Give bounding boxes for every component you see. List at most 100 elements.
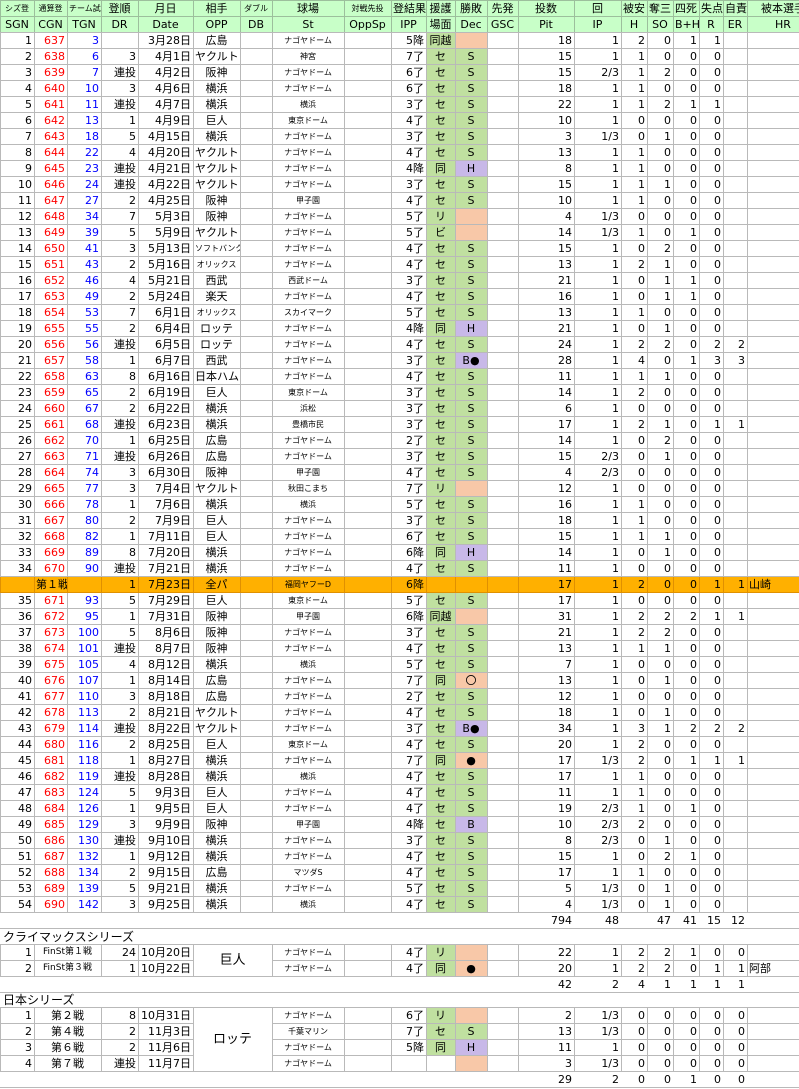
table-cell: S (455, 144, 488, 161)
table-cell (391, 1055, 428, 1072)
table-cell: 659 (34, 384, 68, 401)
table-cell: 0 (699, 304, 724, 321)
table-cell: 0 (723, 1039, 749, 1056)
table-cell (455, 1055, 489, 1072)
table-cell: 1 (699, 608, 724, 625)
table-row: 52 688 134 2 9月15日 広島 マツダS 4了セ S 17 1 1 0 0 0 (0, 864, 799, 881)
table-cell: 西武 (193, 352, 241, 369)
table-cell: 0 (699, 736, 724, 753)
table-cell: 20 (518, 960, 576, 977)
table-cell: セ (426, 720, 456, 737)
table-cell: ナゴヤドーム (272, 624, 345, 641)
table-cell: 6了 (391, 528, 427, 545)
table-cell: リ (426, 944, 457, 961)
table-row: 2 第４戦 2 11月3日 千葉マリン 7了セ S 13 1/3 0 0 0 0 0 (0, 1023, 799, 1040)
table-cell: 同 (426, 1039, 457, 1056)
table-cell: 1 (621, 224, 648, 241)
table-cell: 巨人 (193, 528, 241, 545)
table-row: 30 666 78 1 7月6日 横浜 横浜 5了セ S 16 1 1 0 0 0 (0, 496, 799, 513)
header-cell: Dec (455, 16, 488, 33)
table-cell (723, 160, 748, 177)
table-cell: 2 (647, 960, 675, 977)
table-cell: 0 (723, 1055, 749, 1072)
table-cell: 677 (34, 688, 68, 705)
table-cell: 6月23日 (138, 416, 194, 433)
table-cell: 653 (34, 288, 68, 305)
table-cell (487, 656, 519, 673)
table-cell (344, 512, 392, 529)
header-cell: B+H (673, 16, 700, 33)
table-cell: 16 (0, 272, 35, 289)
table-cell (344, 432, 392, 449)
table-cell: 甲子園 (272, 816, 345, 833)
table-cell (239, 976, 274, 993)
table-cell: ナゴヤドーム (272, 176, 345, 193)
table-cell: 33 (0, 544, 35, 561)
table-cell: 51 (0, 848, 35, 865)
table-cell: 35 (0, 592, 35, 609)
table-cell (487, 384, 519, 401)
table-cell (723, 688, 748, 705)
header-cell: チーム試 (67, 0, 102, 17)
header-cell: St (272, 16, 345, 33)
table-cell: 0 (699, 160, 724, 177)
table-cell: 同 (426, 752, 456, 769)
table-cell: 7月11日 (138, 528, 194, 545)
table-row: 35 671 93 5 7月29日 巨人 東京ドーム 5了セ S 17 1 0 0 0 0 (0, 592, 799, 609)
table-cell (723, 528, 748, 545)
table-cell: 阪神 (193, 464, 241, 481)
table-cell: 0 (673, 48, 700, 65)
table-cell (455, 32, 488, 49)
table-cell: 第１戦 (34, 576, 68, 593)
table-cell: セ (426, 64, 456, 81)
table-cell (487, 560, 519, 577)
table-cell: 13 (518, 1023, 576, 1040)
table-cell: 1 (723, 416, 748, 433)
table-cell: 甲子園 (272, 608, 345, 625)
table-cell (344, 720, 392, 737)
table-cell (193, 976, 241, 993)
table-cell: 8 (0, 144, 35, 161)
table-cell: 1 (101, 352, 139, 369)
table-cell: 連投 (101, 832, 139, 849)
table-cell: 横浜 (272, 896, 345, 913)
header-cell: DB (240, 16, 273, 33)
table-cell: S (455, 640, 488, 657)
table-cell: 0 (621, 448, 648, 465)
table-cell: 1 (574, 736, 622, 753)
table-cell: ナゴヤドーム (272, 1007, 346, 1024)
table-row: 42 678 113 2 8月21日 ヤクルト ナゴヤドーム 4了セ S 18 1 0 1 0 0 (0, 704, 799, 721)
table-row: 46 682 119 連投 8月28日 横浜 横浜 4了セ S 17 1 1 0 0 0 (0, 768, 799, 785)
table-cell (747, 608, 799, 625)
table-cell: 1 (574, 48, 622, 65)
table-cell: 0 (647, 1055, 675, 1072)
table-cell (487, 144, 519, 161)
table-cell (344, 672, 392, 689)
table-cell (240, 880, 273, 897)
table-cell: 4了 (391, 240, 427, 257)
table-cell (723, 288, 748, 305)
table-row: 17 653 49 2 5月24日 楽天 ナゴヤドーム 4了セ S 16 1 0 1 1 0 (0, 288, 799, 305)
table-cell: 阪神 (193, 192, 241, 209)
table-cell: 41 (0, 688, 35, 705)
table-cell: 8月22日 (138, 720, 194, 737)
table-cell: ナゴヤドーム (272, 528, 345, 545)
table-cell: 4 (101, 272, 139, 289)
table-cell: 34 (518, 720, 575, 737)
table-cell: 4降 (391, 160, 427, 177)
table-cell (747, 48, 799, 65)
table-cell: 1 (574, 496, 622, 513)
header-cell: HR (747, 16, 799, 33)
table-cell (240, 256, 273, 273)
table-cell: リ (426, 480, 456, 497)
table-cell (240, 352, 273, 369)
table-cell: 14 (518, 432, 575, 449)
table-cell: 2 (518, 1007, 576, 1024)
table-cell: 1 (574, 320, 622, 337)
table-cell (747, 192, 799, 209)
table-cell: 1 (673, 752, 700, 769)
table-cell: 34 (0, 560, 35, 577)
table-cell: 甲子園 (272, 192, 345, 209)
table-cell: 4了 (391, 560, 427, 577)
table-cell (487, 112, 519, 129)
